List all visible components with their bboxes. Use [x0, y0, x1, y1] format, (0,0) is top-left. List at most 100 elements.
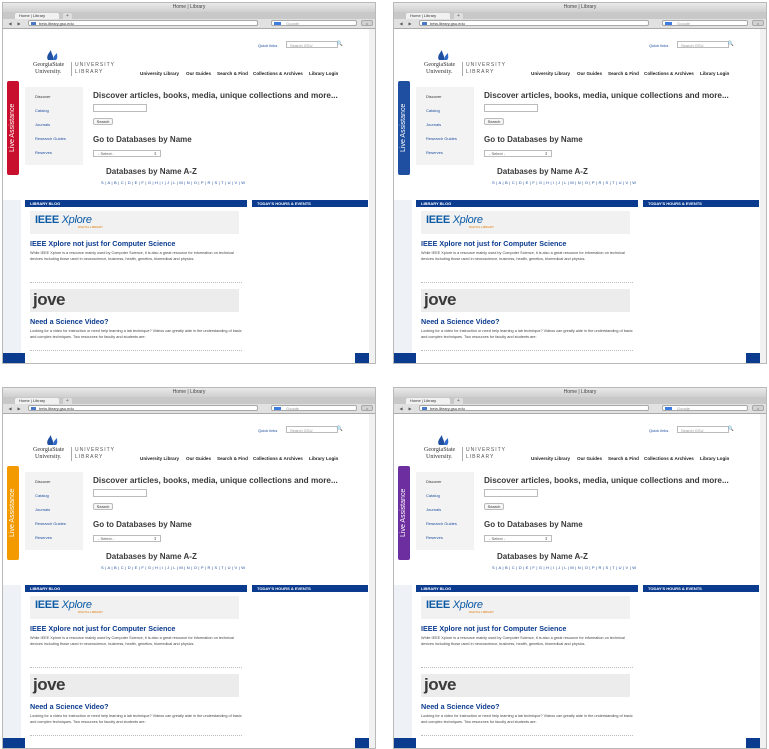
- nav-search-find[interactable]: Search & Find: [608, 71, 639, 76]
- nav-collections-archives[interactable]: Collections & Archives: [253, 456, 303, 461]
- sidebar-item-catalog[interactable]: Catalog: [35, 493, 49, 498]
- ieee-xplore-banner[interactable]: IEEE Xplore DIGITAL LIBRARY: [30, 596, 239, 619]
- nav-search-find[interactable]: Search & Find: [608, 456, 639, 461]
- site-search-button[interactable]: 🔍: [727, 41, 735, 48]
- nav-library-login[interactable]: Library Login: [309, 71, 338, 76]
- database-select[interactable]: - Select - ⇕: [484, 535, 552, 542]
- site-search-button[interactable]: 🔍: [336, 426, 344, 433]
- nav-library-login[interactable]: Library Login: [700, 456, 729, 461]
- browser-search-field[interactable]: Google: [271, 405, 357, 411]
- live-assistance-tab[interactable]: Live Assistance: [398, 466, 410, 560]
- scrollbar-track[interactable]: [369, 29, 375, 363]
- sidebar-item-research-guides[interactable]: Research Guides: [426, 136, 457, 141]
- jove-post-title[interactable]: Need a Science Video?: [421, 317, 500, 326]
- nav-collections-archives[interactable]: Collections & Archives: [644, 456, 694, 461]
- quick-links-link[interactable]: Quick links: [649, 43, 668, 48]
- sidebar-item-research-guides[interactable]: Research Guides: [35, 521, 66, 526]
- nav-our-guides[interactable]: Our Guides: [186, 71, 211, 76]
- forward-button[interactable]: ▶: [15, 21, 23, 26]
- forward-button[interactable]: ▶: [15, 406, 23, 411]
- url-field[interactable]: beta.library.gsu.edu: [28, 20, 258, 26]
- discover-search-input[interactable]: [484, 489, 538, 497]
- database-select[interactable]: - Select - ⇕: [93, 535, 161, 542]
- url-field[interactable]: beta.library.gsu.edu: [28, 405, 258, 411]
- back-button[interactable]: ◀: [397, 406, 405, 411]
- jove-post-title[interactable]: Need a Science Video?: [30, 317, 109, 326]
- sidebar-item-catalog[interactable]: Catalog: [426, 108, 440, 113]
- sidebar-item-discover[interactable]: Discover: [35, 94, 51, 99]
- scrollbar-track[interactable]: [760, 29, 766, 363]
- jove-banner[interactable]: jove: [30, 674, 239, 697]
- ieee-xplore-banner[interactable]: IEEE Xplore DIGITAL LIBRARY: [421, 596, 630, 619]
- jove-banner[interactable]: jove: [421, 674, 630, 697]
- scrollbar-track[interactable]: [760, 414, 766, 748]
- back-button[interactable]: ◀: [397, 21, 405, 26]
- jove-banner[interactable]: jove: [30, 289, 239, 312]
- nav-our-guides[interactable]: Our Guides: [577, 71, 602, 76]
- nav-our-guides[interactable]: Our Guides: [577, 456, 602, 461]
- quick-links-link[interactable]: Quick links: [649, 428, 668, 433]
- quick-links-link[interactable]: Quick links: [258, 43, 277, 48]
- sidebar-item-discover[interactable]: Discover: [426, 94, 442, 99]
- forward-button[interactable]: ▶: [406, 21, 414, 26]
- nav-university-library[interactable]: University Library: [140, 456, 179, 461]
- nav-university-library[interactable]: University Library: [140, 71, 179, 76]
- quick-links-link[interactable]: Quick links: [258, 428, 277, 433]
- nav-our-guides[interactable]: Our Guides: [186, 456, 211, 461]
- ieee-xplore-banner[interactable]: IEEE Xplore DIGITAL LIBRARY: [30, 211, 239, 234]
- live-assistance-tab[interactable]: Live Assistance: [7, 81, 19, 175]
- nav-collections-archives[interactable]: Collections & Archives: [253, 71, 303, 76]
- site-search-input[interactable]: Search GSU: [286, 426, 338, 433]
- database-select[interactable]: - Select - ⇕: [93, 150, 161, 157]
- site-search-input[interactable]: Search GSU: [286, 41, 338, 48]
- home-button[interactable]: ⌂: [361, 20, 373, 26]
- az-letter-links[interactable]: S | A | B | C | D | E | F | G | H | I | …: [101, 180, 245, 185]
- sidebar-item-journals[interactable]: Journals: [35, 507, 50, 512]
- sidebar-item-research-guides[interactable]: Research Guides: [426, 521, 457, 526]
- jove-post-title[interactable]: Need a Science Video?: [421, 702, 500, 711]
- ieee-xplore-banner[interactable]: IEEE Xplore DIGITAL LIBRARY: [421, 211, 630, 234]
- search-button[interactable]: Search: [484, 503, 504, 510]
- url-field[interactable]: beta.library.gsu.edu: [419, 405, 649, 411]
- back-button[interactable]: ◀: [6, 406, 14, 411]
- az-letter-links[interactable]: S | A | B | C | D | E | F | G | H | I | …: [101, 565, 245, 570]
- sidebar-item-discover[interactable]: Discover: [426, 479, 442, 484]
- scrollbar-track[interactable]: [369, 414, 375, 748]
- nav-library-login[interactable]: Library Login: [309, 456, 338, 461]
- site-search-input[interactable]: Search GSU: [677, 41, 729, 48]
- live-assistance-tab[interactable]: Live Assistance: [398, 81, 410, 175]
- home-button[interactable]: ⌂: [752, 20, 764, 26]
- sidebar-item-reserves[interactable]: Reserves: [35, 150, 52, 155]
- browser-search-field[interactable]: Google: [662, 405, 748, 411]
- nav-search-find[interactable]: Search & Find: [217, 456, 248, 461]
- sidebar-item-journals[interactable]: Journals: [426, 122, 441, 127]
- discover-search-input[interactable]: [93, 489, 147, 497]
- sidebar-item-catalog[interactable]: Catalog: [426, 493, 440, 498]
- database-select[interactable]: - Select - ⇕: [484, 150, 552, 157]
- ieee-post-title[interactable]: IEEE Xplore not just for Computer Scienc…: [421, 624, 566, 633]
- nav-library-login[interactable]: Library Login: [700, 71, 729, 76]
- az-letter-links[interactable]: S | A | B | C | D | E | F | G | H | I | …: [492, 565, 636, 570]
- browser-search-field[interactable]: Google: [662, 20, 748, 26]
- jove-banner[interactable]: jove: [421, 289, 630, 312]
- home-button[interactable]: ⌂: [752, 405, 764, 411]
- sidebar-item-journals[interactable]: Journals: [35, 122, 50, 127]
- az-letter-links[interactable]: S | A | B | C | D | E | F | G | H | I | …: [492, 180, 636, 185]
- search-button[interactable]: Search: [93, 503, 113, 510]
- home-button[interactable]: ⌂: [361, 405, 373, 411]
- ieee-post-title[interactable]: IEEE Xplore not just for Computer Scienc…: [30, 239, 175, 248]
- url-field[interactable]: beta.library.gsu.edu: [419, 20, 649, 26]
- nav-search-find[interactable]: Search & Find: [217, 71, 248, 76]
- discover-search-input[interactable]: [93, 104, 147, 112]
- site-search-button[interactable]: 🔍: [727, 426, 735, 433]
- sidebar-item-reserves[interactable]: Reserves: [426, 150, 443, 155]
- nav-university-library[interactable]: University Library: [531, 71, 570, 76]
- sidebar-item-research-guides[interactable]: Research Guides: [35, 136, 66, 141]
- site-search-button[interactable]: 🔍: [336, 41, 344, 48]
- sidebar-item-discover[interactable]: Discover: [35, 479, 51, 484]
- ieee-post-title[interactable]: IEEE Xplore not just for Computer Scienc…: [30, 624, 175, 633]
- search-button[interactable]: Search: [484, 118, 504, 125]
- nav-university-library[interactable]: University Library: [531, 456, 570, 461]
- search-button[interactable]: Search: [93, 118, 113, 125]
- nav-collections-archives[interactable]: Collections & Archives: [644, 71, 694, 76]
